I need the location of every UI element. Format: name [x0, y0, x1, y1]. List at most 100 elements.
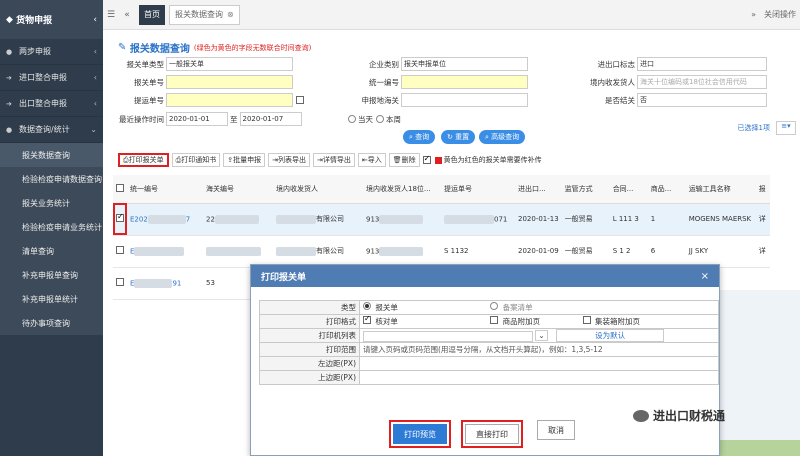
col-header[interactable]: 海关编号 — [203, 175, 273, 204]
row-checkbox[interactable] — [116, 278, 124, 286]
close-icon[interactable]: ⊗ — [227, 10, 234, 19]
column-menu-button[interactable]: ≡▾ — [776, 121, 796, 135]
col-header[interactable]: 监管方式 — [561, 175, 610, 204]
print-preview-button[interactable]: 打印预览 — [393, 424, 447, 444]
type-label: 类型 — [259, 300, 360, 315]
query-button[interactable]: ⌕ 查询 — [403, 130, 436, 144]
printer-select[interactable] — [363, 330, 533, 342]
decl-type-select[interactable]: 一般报关单 — [166, 57, 293, 71]
direct-print-button[interactable]: 直接打印 — [465, 424, 519, 444]
company-type-select[interactable]: 报关申报单位 — [401, 57, 528, 71]
col-header[interactable]: 提运单号 — [441, 175, 515, 204]
consignee-cell: 有限公司 — [316, 215, 344, 223]
customs-input[interactable] — [401, 93, 528, 107]
decl-no-input[interactable] — [166, 75, 293, 89]
type-decl-radio[interactable] — [363, 302, 371, 310]
col-header[interactable]: 进出口... — [515, 175, 562, 204]
sidebar-item-query-stats[interactable]: ● 数据查询/统计 ⌄ — [0, 117, 103, 143]
mode-cell: 一般贸易 — [561, 235, 610, 268]
sidebar-sub-inspection-query[interactable]: 检验检疫申请数据查询 — [0, 167, 103, 191]
top-bar: ☰ « 首页 报关数据查询 ⊗ » 关闭操作 — [103, 0, 800, 30]
chevron-down-icon[interactable]: ⌄ — [535, 330, 548, 341]
sidebar-item-two-step[interactable]: ● 两步申报 ‹ — [0, 39, 103, 65]
reset-button[interactable]: ↻ 重置 — [441, 130, 476, 144]
bill-no-checkbox[interactable] — [296, 96, 304, 104]
sidebar-sub-todo-query[interactable]: 待办事项查询 — [0, 311, 103, 335]
red-note-checkbox[interactable] — [422, 154, 431, 164]
red-note-text: 黄色为红色的报关单需要传补传 — [443, 156, 542, 164]
batch-declare-button[interactable]: ⇪ 批量申报 — [223, 153, 266, 167]
page-title-note: (绿色为黄色的字段无数联合时间查询) — [193, 43, 312, 52]
advanced-query-button[interactable]: ⌕ 高级查询 — [479, 130, 526, 144]
dialog-footer: 打印预览 直接打印 取消 — [251, 420, 719, 448]
table-row[interactable]: E 有限公司 913 S 1132 2020-01-09 一般贸易 S 1 2 … — [113, 235, 770, 268]
consignee-input[interactable]: 海关十位编码或18位社会信用代码 — [637, 75, 767, 89]
col-header[interactable]: 报 — [755, 175, 770, 204]
table-row[interactable]: E202 7 22 有限公司 913 071 2020-01-13 一般贸易 L … — [113, 203, 770, 236]
op-time-label: 最近操作时间 — [119, 114, 164, 124]
format-check-checkbox[interactable] — [363, 314, 371, 324]
cancel-button[interactable]: 取消 — [537, 420, 575, 440]
row-checkbox[interactable] — [116, 246, 124, 254]
left-margin-input[interactable] — [359, 356, 719, 371]
redacted-block — [276, 246, 316, 256]
dot-icon: ● — [6, 47, 13, 56]
format-container-checkbox[interactable] — [582, 316, 591, 324]
export-list-button[interactable]: ⇥ 列表导出 — [268, 153, 310, 167]
close-icon[interactable]: × — [701, 271, 709, 282]
date-to-input[interactable]: 2020-01-07 — [239, 112, 302, 126]
menu-icon[interactable]: ☰ — [103, 10, 119, 20]
delete-button[interactable]: 🗑 删除 — [388, 153, 420, 167]
ie-flag-select[interactable]: 进口 — [637, 57, 767, 71]
double-left-icon[interactable]: « — [119, 10, 135, 20]
import-button[interactable]: ⇤ 导入 — [357, 153, 386, 167]
col-header[interactable]: 境内收发货人 — [273, 175, 363, 204]
detail-link[interactable]: 详 — [755, 203, 770, 236]
detail-link[interactable]: 详 — [755, 235, 770, 268]
type-record-radio[interactable] — [490, 302, 499, 310]
range-input[interactable]: 请键入页码或页码范围(用逗号分隔，从文档开头算起)，例如：1,3,5-12 — [359, 342, 719, 357]
row-checkbox[interactable] — [116, 212, 124, 222]
background-panel — [720, 290, 800, 456]
sidebar-sub-decl-query[interactable]: 报关数据查询 — [0, 143, 103, 167]
uni-no-link[interactable]: E202 — [130, 215, 148, 223]
sidebar-sub-supp-query[interactable]: 补充申报单查询 — [0, 263, 103, 287]
sidebar-sub-decl-stats[interactable]: 报关业务统计 — [0, 191, 103, 215]
sidebar-sub-list-query[interactable]: 清单查询 — [0, 239, 103, 263]
format-goods-checkbox[interactable] — [490, 316, 499, 324]
set-default-button[interactable]: 设为默认 — [556, 329, 665, 342]
today-radio[interactable] — [348, 115, 356, 123]
col-header[interactable]: 商品... — [647, 175, 686, 204]
close-ops-button[interactable]: 关闭操作 — [764, 9, 796, 20]
week-label: 本周 — [386, 114, 401, 124]
print-notice-button[interactable]: ⎙ 打印通知书 — [171, 153, 221, 167]
sidebar-header[interactable]: ◆ 货物申报 ‹ — [0, 0, 103, 39]
bill-no-input[interactable] — [166, 93, 293, 107]
is-closed-select[interactable]: 否 — [637, 93, 767, 107]
sidebar-title: 货物申报 — [16, 16, 53, 26]
week-radio[interactable] — [376, 115, 384, 123]
sidebar-sub-supp-stats[interactable]: 补充申报单统计 — [0, 287, 103, 311]
col-header[interactable]: 境内收发货人18位... — [363, 175, 441, 204]
customs-label: 申报地海关 — [361, 95, 400, 105]
col-header[interactable]: 合同... — [609, 175, 648, 204]
is-closed-label: 是否结关 — [605, 95, 635, 105]
tab-decl-query[interactable]: 报关数据查询 ⊗ — [169, 4, 240, 25]
col-header[interactable]: 统一编号 — [127, 175, 203, 204]
row-ie-flag: 进出口标志 进口 — [573, 57, 767, 71]
top-bar-right: » 关闭操作 — [747, 9, 800, 20]
col-header[interactable]: 运输工具名称 — [685, 175, 756, 204]
tab-home[interactable]: 首页 — [139, 4, 165, 25]
sidebar-item-label: 两步申报 — [19, 47, 51, 56]
top-margin-input[interactable] — [359, 370, 719, 385]
sidebar-item-import[interactable]: ➔ 进口整合申报 ‹ — [0, 65, 103, 91]
print-decl-button[interactable]: ⎙ 打印报关单 — [118, 153, 169, 167]
sidebar-item-export[interactable]: ➔ 出口整合申报 ‹ — [0, 91, 103, 117]
double-right-icon[interactable]: » — [751, 10, 756, 19]
uni-no-input[interactable] — [401, 75, 528, 89]
select-all-checkbox[interactable] — [116, 183, 124, 192]
sidebar-sub-inspection-stats[interactable]: 检验检疫申请业务统计 — [0, 215, 103, 239]
date-from-input[interactable]: 2020-01-01 — [166, 112, 228, 126]
export-detail-button[interactable]: ⇥ 详情导出 — [312, 153, 355, 167]
redacted-block — [379, 214, 424, 224]
